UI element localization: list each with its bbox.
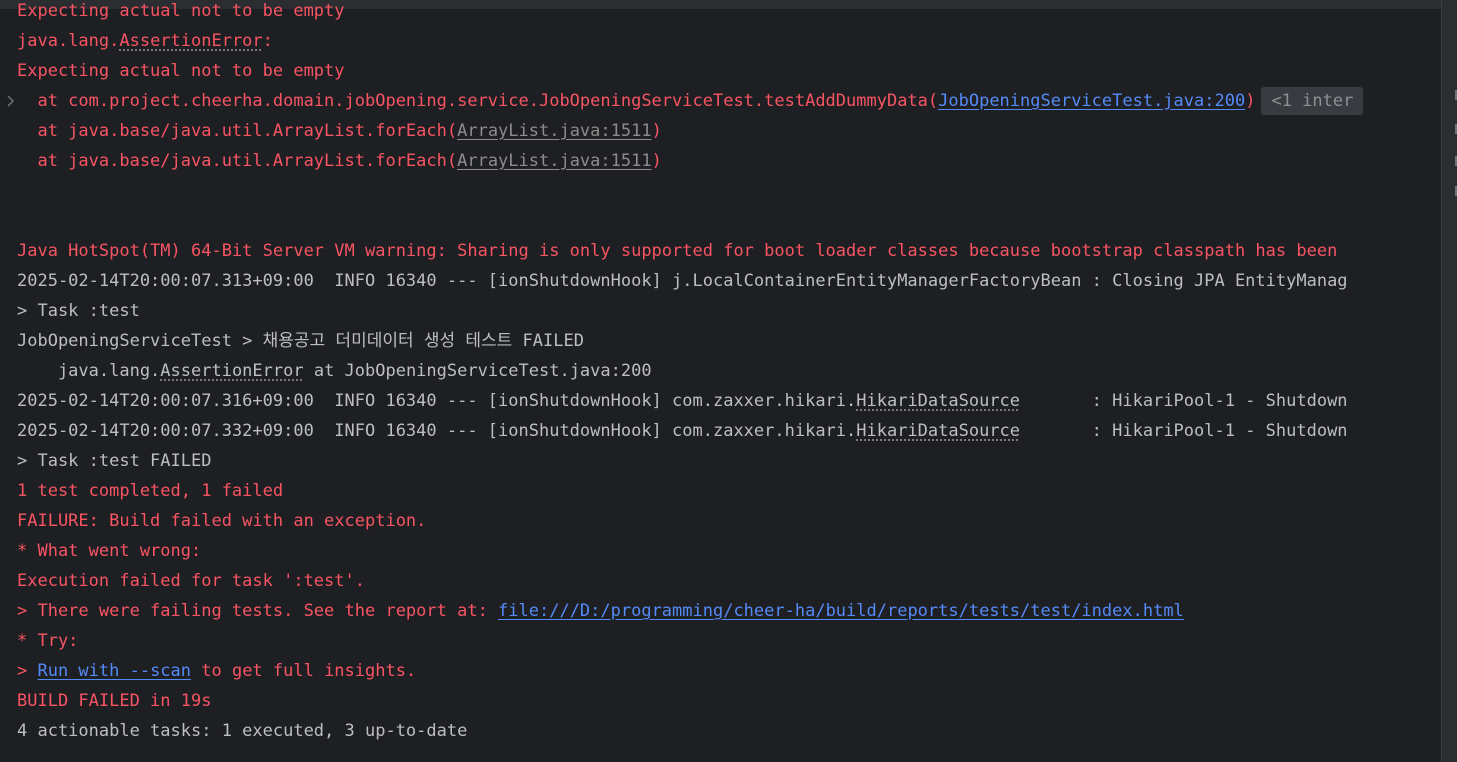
run-console-output[interactable]: Expecting actual not to be empty java.la… <box>0 0 1441 762</box>
console-line-log-hikari-1: 2025-02-14T20:00:07.316+09:00 INFO 16340… <box>17 391 1348 411</box>
console-line-assertion-location: java.lang.AssertionError at JobOpeningSe… <box>17 361 652 381</box>
source-link-arraylist-2[interactable]: ArrayList.java:1511 <box>457 151 651 171</box>
source-link-test-file[interactable]: JobOpeningServiceTest.java:200 <box>938 91 1245 111</box>
hikari-datasource-link-1[interactable]: HikariDataSource <box>856 391 1020 411</box>
console-line-report: > There were failing tests. See the repo… <box>17 601 1184 621</box>
hikari-datasource-link-2[interactable]: HikariDataSource <box>856 421 1020 441</box>
console-line-jvm-warning: Java HotSpot(TM) 64-Bit Server VM warnin… <box>17 241 1338 261</box>
stacktrace-line-test: at com.project.cheerha.domain.jobOpening… <box>17 86 1364 116</box>
test-report-link[interactable]: file:///D:/programming/cheer-ha/build/re… <box>498 601 1184 621</box>
chevron-right-icon <box>7 95 14 107</box>
console-line-build-failed: BUILD FAILED in 19s <box>17 691 212 711</box>
console-line-expecting-1: Expecting actual not to be empty <box>17 1 345 21</box>
stacktrace-line-foreach-1: at java.base/java.util.ArrayList.forEach… <box>17 121 662 141</box>
console-line-actionable-tasks: 4 actionable tasks: 1 executed, 3 up-to-… <box>17 721 468 741</box>
console-line-what-went-wrong: * What went wrong: <box>17 541 202 561</box>
right-scroll-gutter[interactable] <box>1441 0 1457 762</box>
console-line-try: * Try: <box>17 631 79 651</box>
console-line-execution-failed: Execution failed for task ':test'. <box>17 571 365 591</box>
stacktrace-line-foreach-2: at java.base/java.util.ArrayList.forEach… <box>17 151 662 171</box>
console-line-test-summary: 1 test completed, 1 failed <box>17 481 284 501</box>
console-line-test-failed: JobOpeningServiceTest > 채용공고 더미데이터 생성 테스… <box>17 331 584 351</box>
console-line-failure: FAILURE: Build failed with an exception. <box>17 511 427 531</box>
source-link-arraylist-1[interactable]: ArrayList.java:1511 <box>457 121 651 141</box>
assertion-error-class-link[interactable]: AssertionError <box>119 31 262 51</box>
console-line-log-hikari-2: 2025-02-14T20:00:07.332+09:00 INFO 16340… <box>17 421 1348 441</box>
console-line-log-closing-jpa: 2025-02-14T20:00:07.313+09:00 INFO 16340… <box>17 271 1348 291</box>
internal-lines-badge[interactable]: <1 inter <box>1261 87 1364 115</box>
console-line-expecting-2: Expecting actual not to be empty <box>17 61 345 81</box>
console-line-assertion-error: java.lang.AssertionError: <box>17 31 273 51</box>
console-line-task-test: > Task :test <box>17 301 140 321</box>
console-line-scan: > Run with --scan to get full insights. <box>17 661 417 681</box>
console-line-task-test-failed: > Task :test FAILED <box>17 451 212 471</box>
run-with-scan-link[interactable]: Run with --scan <box>37 661 191 681</box>
assertion-error-class-link-2[interactable]: AssertionError <box>160 361 303 381</box>
